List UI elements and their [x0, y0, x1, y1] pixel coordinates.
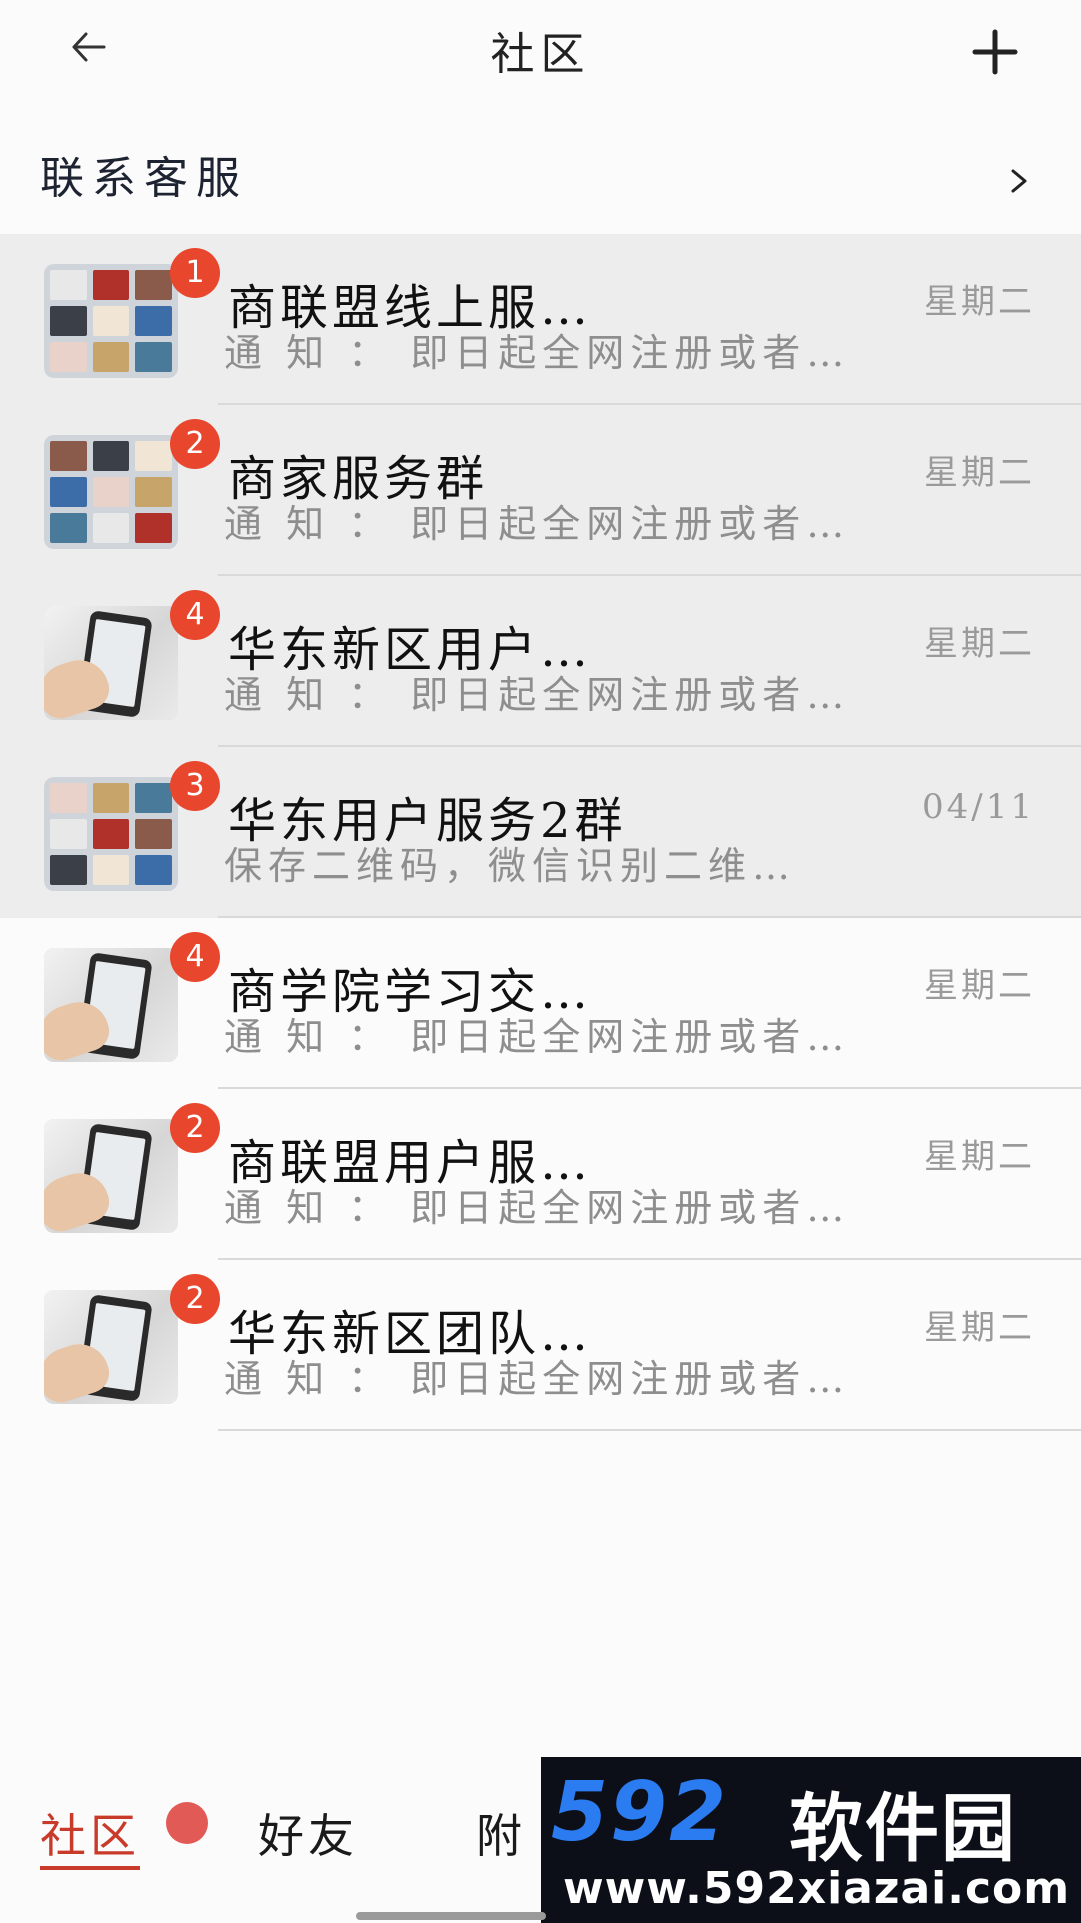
unread-badge: 2 — [170, 1274, 220, 1324]
group-avatar — [44, 1119, 178, 1233]
watermark-url: www.592xiazai.com — [563, 1863, 1071, 1914]
unread-badge: 2 — [170, 1103, 220, 1153]
tab-community[interactable]: 社区 — [40, 1800, 140, 1870]
tab-nearby-label: 附 — [476, 1809, 526, 1863]
chat-row[interactable]: 2 商联盟用户服… 星期二通 知 ： 即日起全网注册或者… — [0, 1089, 1081, 1260]
page-title: 社区 — [490, 29, 591, 80]
home-indicator — [356, 1912, 546, 1920]
chat-preview: 通 知 ： 即日起全网注册或者… — [224, 1357, 851, 1401]
chat-row[interactable]: 1 商联盟线上服… 星期二通 知 ： 即日起全网注册或者… — [0, 234, 1081, 405]
group-avatar — [44, 777, 178, 891]
chat-preview: 通 知 ： 即日起全网注册或者… — [224, 331, 851, 375]
group-avatar — [44, 435, 178, 549]
chat-row[interactable]: 2 商家服务群 星期二通 知 ： 即日起全网注册或者… — [0, 405, 1081, 576]
active-tab-underline — [40, 1866, 140, 1870]
unread-badge: 4 — [170, 590, 220, 640]
chat-preview: 通 知 ： 即日起全网注册或者… — [224, 673, 851, 717]
group-avatar — [44, 264, 178, 378]
watermark-logo: 592 软件园 www.592xiazai.com — [541, 1757, 1081, 1923]
tab-notification-dot — [166, 1802, 208, 1844]
top-bar: 社区 — [0, 0, 1081, 110]
chat-row[interactable]: 2 华东新区团队… 星期二通 知 ： 即日起全网注册或者… — [0, 1260, 1081, 1431]
chat-time: 星期二 — [924, 624, 1035, 664]
chat-time: 星期二 — [924, 966, 1035, 1006]
tab-friends-label: 好友 — [258, 1809, 358, 1863]
chat-row[interactable]: 4 商学院学习交… 星期二通 知 ： 即日起全网注册或者… — [0, 918, 1081, 1089]
unread-badge: 3 — [170, 761, 220, 811]
chat-list: 1 商联盟线上服… 星期二通 知 ： 即日起全网注册或者… 2 商家服务群 星期二通 知 … — [0, 234, 1081, 1431]
chat-time: 星期二 — [924, 453, 1035, 493]
tab-community-label: 社区 — [40, 1809, 140, 1863]
chevron-right-icon — [1011, 169, 1027, 193]
group-avatar — [44, 1290, 178, 1404]
chat-time: 星期二 — [924, 1308, 1035, 1348]
watermark-brand: 软件园 — [789, 1786, 1017, 1872]
chat-row[interactable]: 4 华东新区用户… 星期二通 知 ： 即日起全网注册或者… — [0, 576, 1081, 747]
group-avatar — [44, 606, 178, 720]
watermark-number: 592 — [551, 1765, 729, 1860]
chat-preview: 通 知 ： 即日起全网注册或者… — [224, 1186, 851, 1230]
row-divider — [218, 1429, 1081, 1431]
tab-nearby[interactable]: 附 — [476, 1800, 526, 1866]
group-avatar — [44, 948, 178, 1062]
tab-friends[interactable]: 好友 — [258, 1800, 358, 1866]
chat-preview: 通 知 ： 即日起全网注册或者… — [224, 502, 851, 546]
unread-badge: 4 — [170, 932, 220, 982]
chat-preview: 通 知 ： 即日起全网注册或者… — [224, 1015, 851, 1059]
chat-preview: 保存二维码，微信识别二维… — [224, 844, 797, 888]
chat-row[interactable]: 3 华东用户服务2群 04/11 保存二维码，微信识别二维… — [0, 747, 1081, 918]
unread-badge: 2 — [170, 419, 220, 469]
chat-time: 星期二 — [924, 282, 1035, 322]
plus-icon[interactable] — [971, 28, 1019, 76]
chat-time: 星期二 — [924, 1137, 1035, 1177]
unread-badge: 1 — [170, 248, 220, 298]
contact-support-row[interactable]: 联系客服 — [0, 128, 1081, 228]
chat-time: 04/11 — [922, 787, 1035, 827]
contact-support-label: 联系客服 — [40, 153, 248, 204]
